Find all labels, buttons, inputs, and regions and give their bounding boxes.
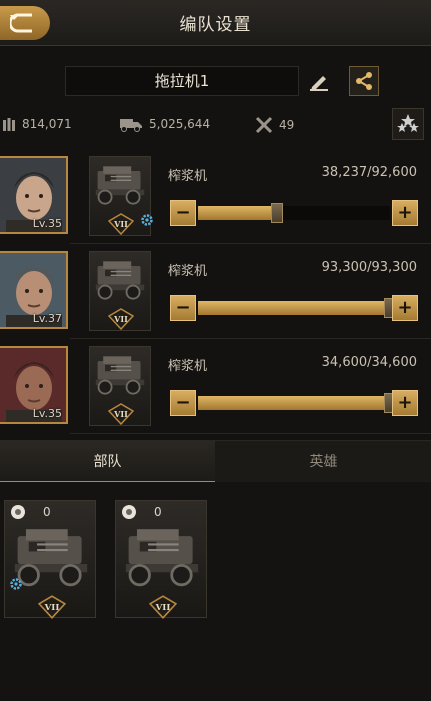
svg-text:VII: VII — [155, 603, 171, 613]
hero-slot[interactable]: Lv.35 — [0, 156, 68, 234]
tier-badge-icon: VII — [38, 595, 66, 619]
tab-bar: 部队 英雄 — [0, 440, 431, 483]
unit-slot[interactable]: VII — [89, 346, 151, 426]
load-value: 5,025,644 — [149, 117, 211, 131]
increase-button[interactable]: + — [392, 295, 418, 321]
hero-slot[interactable]: Lv.35 — [0, 346, 68, 424]
slider-handle[interactable] — [270, 203, 283, 223]
ammo-icon — [3, 118, 15, 131]
hero-level: Lv.35 — [32, 407, 62, 420]
armored-truck-icon — [95, 356, 145, 395]
hero-slot[interactable]: Lv.37 — [0, 251, 68, 329]
svg-text:VII: VII — [113, 314, 128, 324]
unit-count: 93,300/93,300 — [321, 260, 417, 275]
slider-fill — [198, 206, 277, 220]
reserve-unit-card[interactable]: 0 VII — [4, 500, 96, 619]
formation-stats: 814,071 5,025,644 49 — [0, 108, 431, 142]
troop-slider[interactable] — [198, 203, 390, 223]
squad-row: Lv.35 VII 榨浆机 38,237/92,600 − + — [0, 156, 431, 244]
gear-icon — [141, 214, 153, 226]
reserve-count: 0 — [154, 505, 162, 519]
tab-troops[interactable]: 部队 — [0, 441, 215, 483]
gear-icon — [10, 578, 22, 590]
hero-stars-button[interactable] — [392, 108, 424, 140]
svg-text:VII: VII — [113, 219, 128, 229]
squad-row: Lv.37 VII 榨浆机 93,300/93,300 − + — [0, 251, 431, 339]
slider-fill — [198, 396, 390, 410]
reserve-units-area: 0 VII 0 VII — [0, 482, 431, 701]
armored-truck-icon — [125, 529, 199, 587]
tier-badge-icon: VII — [149, 595, 177, 619]
unit-name: 榨浆机 — [168, 169, 208, 184]
unit-count: 38,237/92,600 — [321, 165, 417, 180]
decrease-button[interactable]: − — [170, 390, 196, 416]
increase-button[interactable]: + — [392, 390, 418, 416]
tier-badge-icon: VII — [108, 213, 134, 235]
hero-level: Lv.35 — [32, 217, 62, 230]
slider-fill — [198, 301, 390, 315]
tools-icon — [255, 116, 273, 134]
troops-value: 814,071 — [22, 117, 72, 131]
share-icon — [356, 72, 372, 90]
formation-name-field[interactable]: 拖拉机1 — [65, 66, 299, 96]
stars-icon — [397, 114, 419, 132]
troop-slider[interactable] — [198, 393, 396, 413]
tier-badge-icon: VII — [108, 403, 134, 425]
hero-level: Lv.37 — [32, 312, 62, 325]
increase-button[interactable]: + — [392, 200, 418, 226]
armored-truck-icon — [95, 261, 145, 300]
squad-row: Lv.35 VII 榨浆机 34,600/34,600 − + — [0, 346, 431, 434]
repair-stat: 49 — [255, 116, 294, 134]
unit-name: 榨浆机 — [168, 359, 208, 374]
unit-count: 34,600/34,600 — [321, 355, 417, 370]
unit-name: 榨浆机 — [168, 264, 208, 279]
header-bar: 编队设置 — [0, 0, 431, 46]
page-title: 编队设置 — [179, 15, 252, 35]
edit-name-button[interactable] — [305, 67, 333, 95]
tab-heroes[interactable]: 英雄 — [216, 441, 431, 483]
formation-name-row: 拖拉机1 — [0, 60, 431, 102]
reserve-count: 0 — [43, 505, 51, 519]
truck-icon — [120, 119, 142, 132]
unit-slot[interactable]: VII — [89, 251, 151, 331]
pencil-icon — [310, 76, 328, 91]
decrease-button[interactable]: − — [170, 200, 196, 226]
reserve-unit-image — [116, 519, 208, 589]
tier-badge-icon: VII — [108, 308, 134, 330]
unit-slot[interactable]: VII — [89, 156, 153, 236]
share-button[interactable] — [349, 66, 379, 96]
load-stat: 5,025,644 — [119, 116, 210, 132]
repair-value: 49 — [279, 118, 295, 132]
troop-slider[interactable] — [198, 298, 396, 318]
reserve-unit-card[interactable]: 0 VII — [115, 500, 208, 619]
svg-text:VII: VII — [113, 409, 128, 419]
troops-stat: 814,071 — [2, 116, 72, 132]
armored-truck-icon — [95, 166, 145, 205]
decrease-button[interactable]: − — [170, 295, 196, 321]
svg-text:VII: VII — [44, 603, 60, 613]
